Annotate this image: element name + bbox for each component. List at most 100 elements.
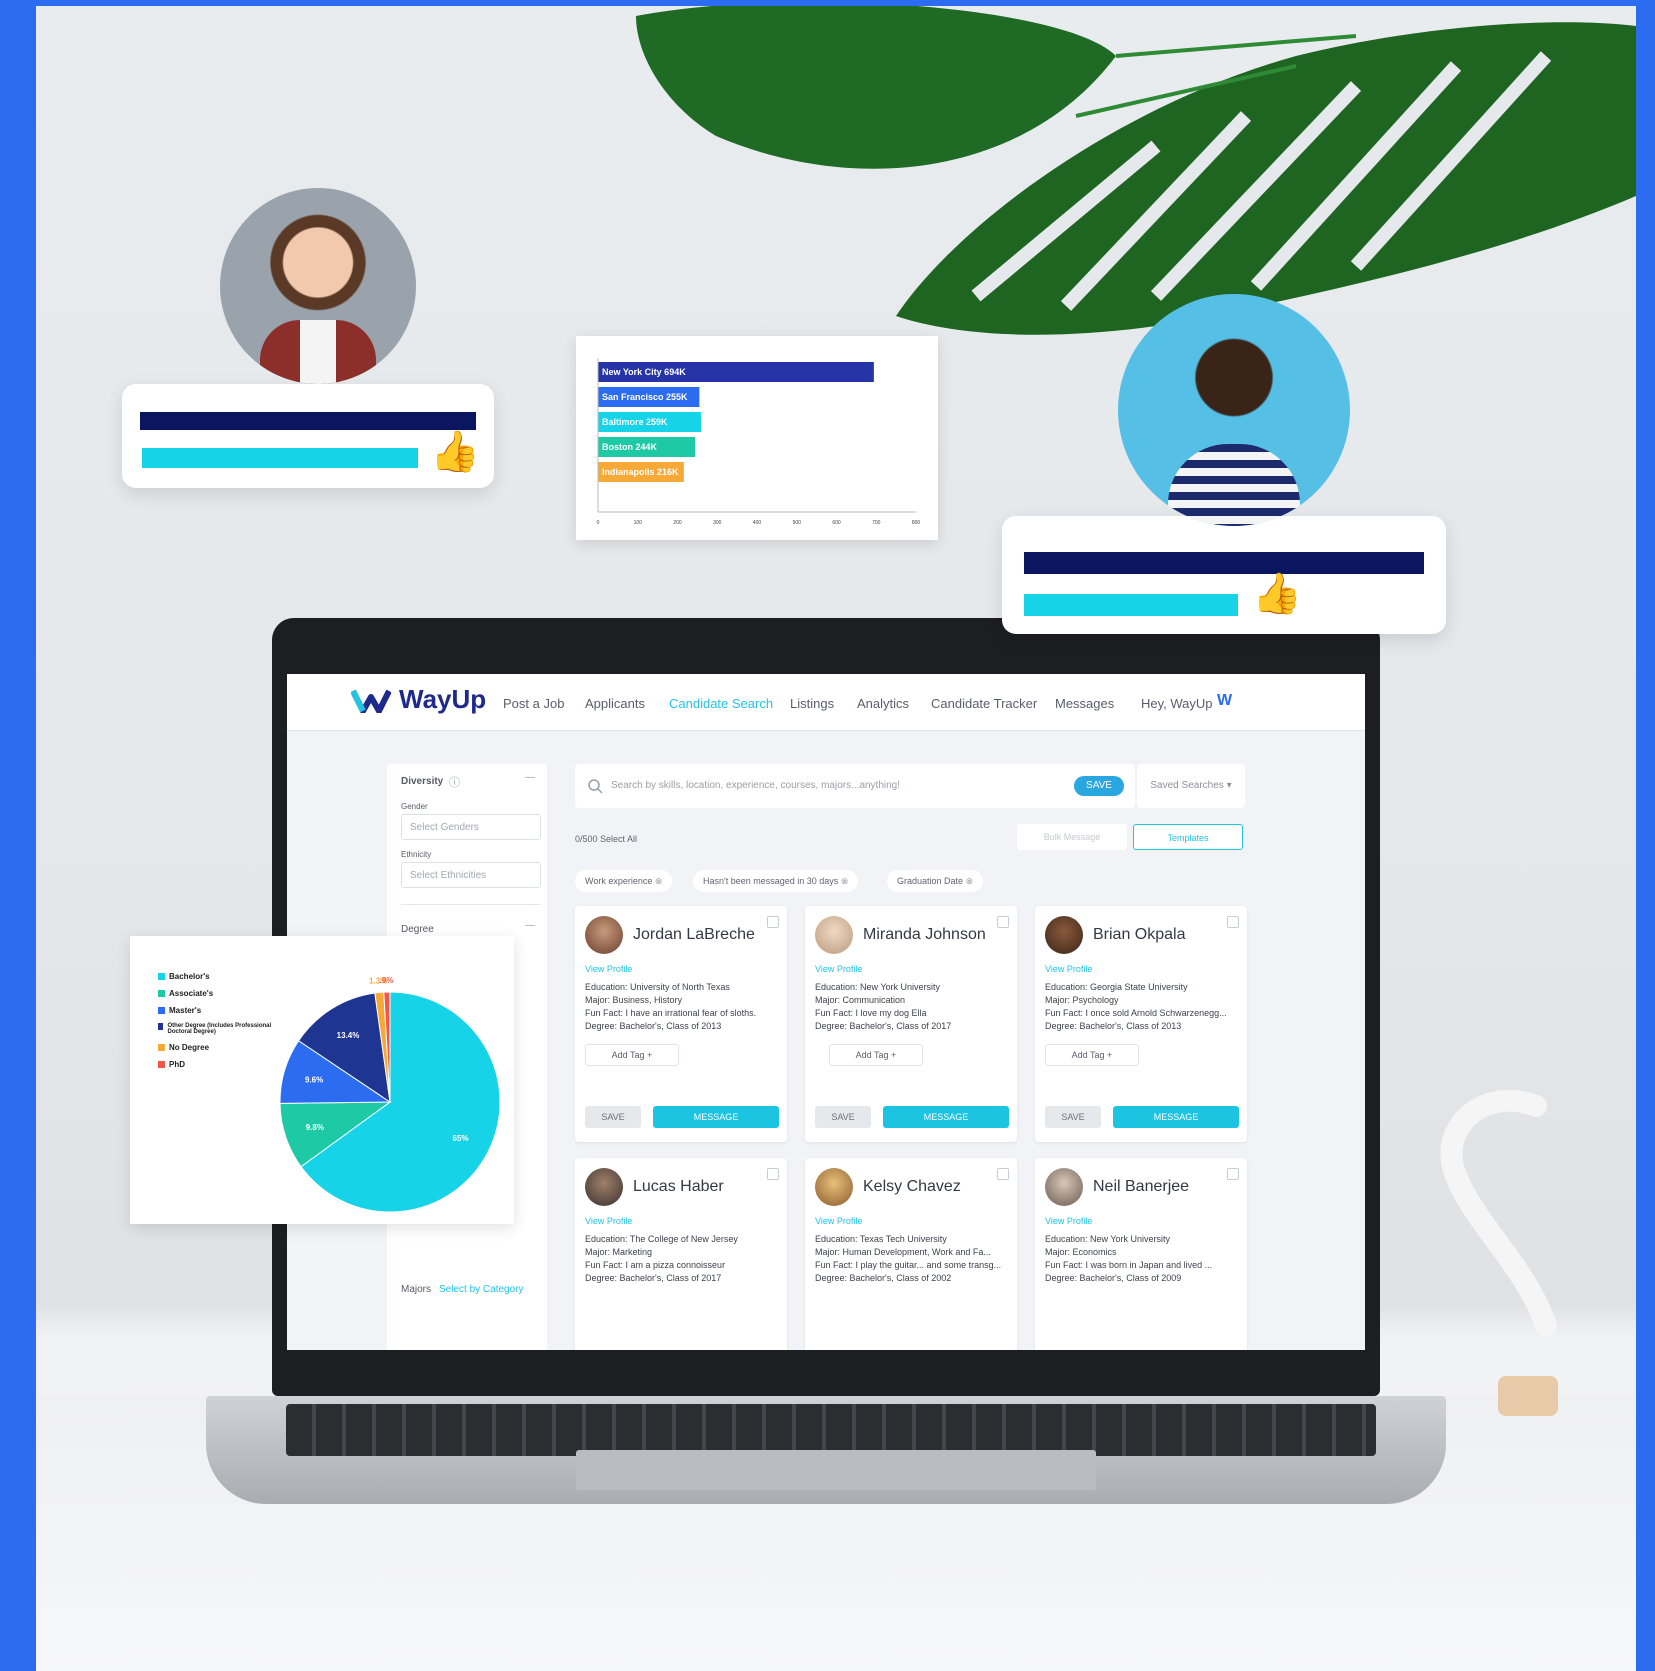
nav-post-a-job[interactable]: Post a Job (503, 696, 564, 711)
select-checkbox[interactable] (997, 916, 1009, 928)
diversity-label: Diversity (401, 776, 444, 787)
save-button[interactable]: SAVE (815, 1106, 871, 1128)
select-checkbox[interactable] (767, 916, 779, 928)
education-line: Education: New York University (815, 982, 941, 992)
avatar (815, 1168, 853, 1206)
view-profile-link[interactable]: View Profile (1045, 1216, 1092, 1226)
remove-filter-icon[interactable]: ⊗ (966, 876, 974, 886)
filter-chip-work-experience[interactable]: Work experience ⊗ (575, 870, 673, 892)
candidate-photo (1118, 294, 1350, 526)
wayup-logo[interactable]: WayUp (351, 684, 486, 715)
majors-label: Majors (401, 1284, 432, 1295)
bar-label: San Francisco 255K (602, 392, 688, 402)
collapse-icon[interactable]: — (525, 920, 535, 931)
candidate-name[interactable]: Neil Banerjee (1093, 1178, 1189, 1196)
degree-pie-chart: Bachelor's Associate's Master's Other De… (130, 936, 514, 1224)
candidate-photo (220, 188, 416, 384)
wayup-logo-icon (351, 689, 391, 713)
candidate-card[interactable]: Neil Banerjee View Profile Education: Ne… (1035, 1158, 1247, 1350)
major-line: Major: Communication (815, 995, 906, 1005)
fun-fact-line: Fun Fact: I have an irrational fear of s… (585, 1008, 757, 1018)
message-button[interactable]: MESSAGE (1113, 1106, 1239, 1128)
templates-button[interactable]: Templates (1133, 824, 1243, 850)
select-checkbox[interactable] (767, 1168, 779, 1180)
shirt-collar-graphic (300, 320, 336, 384)
select-checkbox[interactable] (997, 1168, 1009, 1180)
profile-card-overlay: 👍 (1002, 516, 1446, 634)
bulk-message-button[interactable]: Bulk Message (1017, 824, 1127, 850)
degree-label: Degree (401, 924, 434, 935)
view-profile-link[interactable]: View Profile (585, 1216, 632, 1226)
avatar (585, 1168, 623, 1206)
candidate-name[interactable]: Miranda Johnson (863, 926, 986, 944)
remove-filter-icon[interactable]: ⊗ (655, 876, 663, 886)
thumbs-up-icon: 👍 (430, 430, 480, 474)
info-icon[interactable]: ⓘ (449, 774, 460, 790)
search-bar[interactable]: Search by skills, location, experience, … (575, 764, 1135, 808)
view-profile-link[interactable]: View Profile (815, 1216, 862, 1226)
selection-count[interactable]: 0/500 Select All (575, 834, 637, 844)
collapse-icon[interactable]: — (525, 772, 535, 783)
message-button[interactable]: MESSAGE (883, 1106, 1009, 1128)
account-menu[interactable]: Hey, WayUp (1141, 696, 1213, 711)
saved-searches-dropdown[interactable]: Saved Searches ▾ (1137, 764, 1245, 808)
nav-applicants[interactable]: Applicants (585, 696, 645, 711)
save-button[interactable]: SAVE (585, 1106, 641, 1128)
candidate-name[interactable]: Lucas Haber (633, 1178, 724, 1196)
pie-slice-label: 9.6% (305, 1075, 323, 1084)
bar-label: Indianapolis 216K (602, 467, 679, 477)
nav-listings[interactable]: Listings (790, 696, 834, 711)
pie-slice-label: .9% (380, 976, 394, 985)
view-profile-link[interactable]: View Profile (585, 964, 632, 974)
candidate-card[interactable]: Brian Okpala View Profile Education: Geo… (1035, 906, 1247, 1142)
candidate-name[interactable]: Jordan LaBreche (633, 926, 755, 944)
filter-chip-label: Hasn't been messaged in 30 days (703, 876, 839, 886)
view-profile-link[interactable]: View Profile (1045, 964, 1092, 974)
nav-candidate-tracker[interactable]: Candidate Tracker (931, 696, 1037, 711)
candidate-card[interactable]: Jordan LaBreche View Profile Education: … (575, 906, 787, 1142)
remove-filter-icon[interactable]: ⊗ (841, 876, 849, 886)
ethnicity-select[interactable]: Select Ethnicities (401, 862, 541, 888)
candidate-name[interactable]: Brian Okpala (1093, 926, 1186, 944)
degree-line: Degree: Bachelor's, Class of 2017 (585, 1273, 722, 1283)
pie-slice-label: 9.8% (306, 1123, 324, 1132)
add-tag-label: Add Tag (611, 1050, 645, 1060)
laptop-keyboard (286, 1404, 1376, 1456)
striped-shirt-graphic (1168, 444, 1300, 526)
thumbs-up-icon: 👍 (1252, 572, 1302, 616)
add-tag-button[interactable]: Add Tag + (1045, 1044, 1139, 1066)
major-line: Major: Economics (1045, 1247, 1117, 1257)
education-line: Education: New York University (1045, 1234, 1171, 1244)
view-profile-link[interactable]: View Profile (815, 964, 862, 974)
save-button[interactable]: SAVE (1045, 1106, 1101, 1128)
placeholder-name-bar (140, 412, 476, 430)
candidate-name[interactable]: Kelsy Chavez (863, 1178, 961, 1196)
candidate-card[interactable]: Kelsy Chavez View Profile Education: Tex… (805, 1158, 1017, 1350)
add-tag-button[interactable]: Add Tag + (585, 1044, 679, 1066)
search-icon (588, 779, 603, 794)
select-checkbox[interactable] (1227, 916, 1239, 928)
fun-fact-line: Fun Fact: I was born in Japan and lived … (1045, 1260, 1213, 1270)
bar-label: Baltimore 259K (602, 417, 668, 427)
message-button[interactable]: MESSAGE (653, 1106, 779, 1128)
filter-chip-graduation-date[interactable]: Graduation Date ⊗ (887, 870, 984, 892)
degree-line: Degree: Bachelor's, Class of 2013 (585, 1021, 722, 1031)
candidate-card[interactable]: Lucas Haber View Profile Education: The … (575, 1158, 787, 1350)
brand-name: WayUp (399, 684, 487, 714)
app-header: WayUp Post a Job Applicants Candidate Se… (287, 674, 1365, 731)
save-search-button[interactable]: SAVE (1074, 776, 1124, 796)
heart-decoration (1440, 1089, 1558, 1416)
nav-analytics[interactable]: Analytics (857, 696, 909, 711)
fun-fact-line: Fun Fact: I play the guitar... and some … (815, 1260, 1002, 1270)
majors-category-link[interactable]: Select by Category (439, 1284, 524, 1295)
search-input[interactable]: Search by skills, location, experience, … (611, 780, 900, 791)
nav-messages[interactable]: Messages (1055, 696, 1114, 711)
gender-select[interactable]: Select Genders (401, 814, 541, 840)
bar-label: Boston 244K (602, 442, 658, 452)
nav-candidate-search[interactable]: Candidate Search (669, 696, 773, 711)
candidate-card[interactable]: Miranda Johnson View Profile Education: … (805, 906, 1017, 1142)
degree-line: Degree: Bachelor's, Class of 2009 (1045, 1273, 1182, 1283)
add-tag-button[interactable]: Add Tag + (829, 1044, 923, 1066)
select-checkbox[interactable] (1227, 1168, 1239, 1180)
filter-chip-not-messaged[interactable]: Hasn't been messaged in 30 days ⊗ (693, 870, 859, 892)
